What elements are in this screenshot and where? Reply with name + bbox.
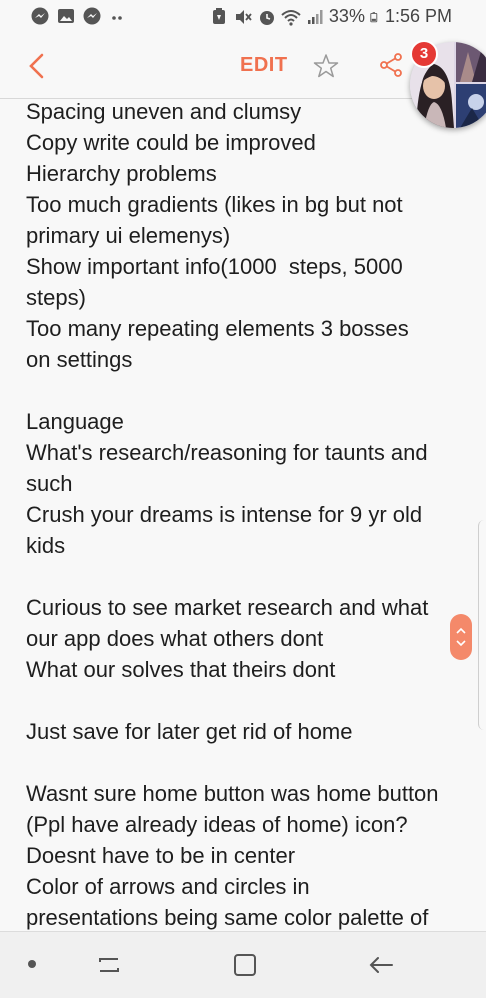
battery-icon xyxy=(370,11,378,22)
more-notifications-icon xyxy=(112,16,122,20)
note-line: on settings xyxy=(26,347,133,372)
mute-icon xyxy=(235,9,252,24)
note-line: Spacing uneven and clumsy xyxy=(26,99,302,124)
note-line: steps) xyxy=(26,285,86,310)
messenger-icon xyxy=(31,7,49,25)
back-icon[interactable] xyxy=(366,950,396,980)
scroll-arrows-icon xyxy=(456,627,466,647)
note-line: Show important info(1000 steps, 5000 xyxy=(26,254,403,279)
messenger-icon xyxy=(83,7,101,25)
note-line: (Ppl have already ideas of home) icon? xyxy=(26,812,408,837)
wifi-icon xyxy=(281,9,301,26)
edit-button[interactable]: EDIT xyxy=(240,54,288,77)
note-line: Too much gradients (likes in bg but not xyxy=(26,192,403,217)
note-line: Hierarchy problems xyxy=(26,161,217,186)
note-content[interactable]: Spacing uneven and clumsy Copy write coul… xyxy=(26,96,466,933)
notification-icons xyxy=(30,6,128,26)
system-icons: 33% 1:56 PM xyxy=(209,6,452,27)
back-arrow-icon[interactable] xyxy=(22,50,54,82)
note-line: such xyxy=(26,471,73,496)
navigation-bar xyxy=(0,931,486,998)
note-line: Color of arrows and circles in xyxy=(26,874,310,899)
note-line: our app does what others dont xyxy=(26,626,324,651)
note-line: Wasnt sure home button was home button xyxy=(26,781,439,806)
nav-dot-icon[interactable] xyxy=(28,960,36,968)
recent-apps-icon[interactable] xyxy=(94,950,124,980)
note-line: Copy write could be improved xyxy=(26,130,316,155)
fast-scroll-handle[interactable] xyxy=(450,614,472,660)
note-line: Too many repeating elements 3 bosses xyxy=(26,316,409,341)
note-line: Crush your dreams is intense for 9 yr ol… xyxy=(26,502,423,527)
note-line: kids xyxy=(26,533,66,558)
note-line: presentations being same color palette o… xyxy=(26,905,429,930)
home-icon[interactable] xyxy=(230,950,260,980)
note-line: Language xyxy=(26,409,124,434)
star-icon[interactable] xyxy=(312,52,340,80)
note-line: What our solves that theirs dont xyxy=(26,657,336,682)
note-line: primary ui elemenys) xyxy=(26,223,231,248)
status-bar: 33% 1:56 PM xyxy=(0,0,486,34)
note-line: Doesnt have to be in center xyxy=(26,843,296,868)
share-icon[interactable] xyxy=(378,52,404,78)
battery-percent: 33% xyxy=(328,6,365,26)
data-saver-icon xyxy=(212,7,225,24)
notification-count-badge: 3 xyxy=(410,40,438,68)
note-line: Curious to see market research and what xyxy=(26,595,429,620)
signal-icon xyxy=(307,9,323,24)
scroll-track xyxy=(478,520,486,730)
note-line: What's research/reasoning for taunts and xyxy=(26,440,428,465)
alarm-icon xyxy=(259,10,274,25)
gallery-icon xyxy=(58,9,74,23)
note-line: Just save for later get rid of home xyxy=(26,719,353,744)
clock: 1:56 PM xyxy=(384,6,452,26)
